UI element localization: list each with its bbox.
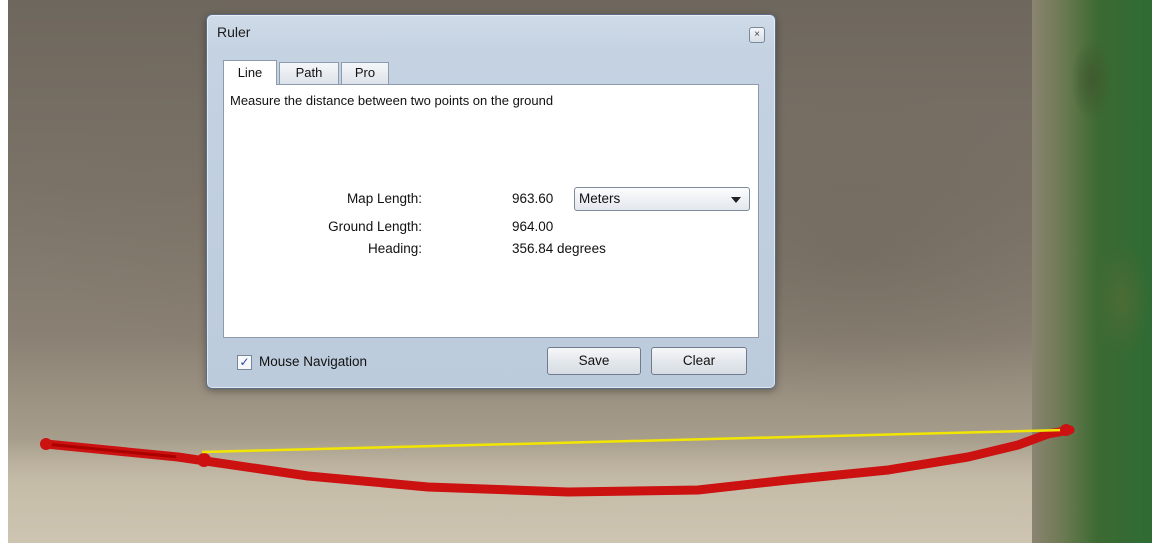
mouse-navigation-label[interactable]: Mouse Navigation bbox=[259, 354, 367, 369]
tab-line[interactable]: Line bbox=[223, 60, 277, 85]
ruler-end-point[interactable] bbox=[1060, 424, 1072, 436]
save-button[interactable]: Save bbox=[547, 347, 641, 375]
path-start-point[interactable] bbox=[40, 438, 52, 450]
units-selected-value: Meters bbox=[579, 191, 621, 206]
line-tab-panel: Measure the distance between two points … bbox=[223, 84, 759, 338]
map-length-value: 963.60 bbox=[512, 191, 554, 206]
ground-length-value: 964.00 bbox=[512, 219, 554, 234]
ruler-dialog: Ruler × Line Path Pro Measure the distan… bbox=[206, 14, 776, 389]
chevron-down-icon bbox=[731, 197, 741, 203]
clear-button[interactable]: Clear bbox=[651, 347, 747, 375]
heading-label: Heading: bbox=[367, 241, 422, 256]
dialog-title: Ruler bbox=[217, 24, 251, 40]
tab-path[interactable]: Path bbox=[279, 62, 339, 84]
description-text: Measure the distance between two points … bbox=[230, 93, 554, 108]
tab-pro[interactable]: Pro bbox=[341, 62, 389, 84]
units-dropdown[interactable]: Meters bbox=[574, 187, 750, 211]
heading-value: 356.84 degrees bbox=[512, 241, 606, 256]
ruler-line bbox=[201, 428, 1065, 454]
ground-length-label: Ground Length: bbox=[328, 219, 422, 234]
close-button[interactable]: × bbox=[749, 27, 765, 43]
map-length-label: Map Length: bbox=[346, 191, 422, 206]
mouse-navigation-checkbox[interactable]: ✓ bbox=[237, 355, 252, 370]
